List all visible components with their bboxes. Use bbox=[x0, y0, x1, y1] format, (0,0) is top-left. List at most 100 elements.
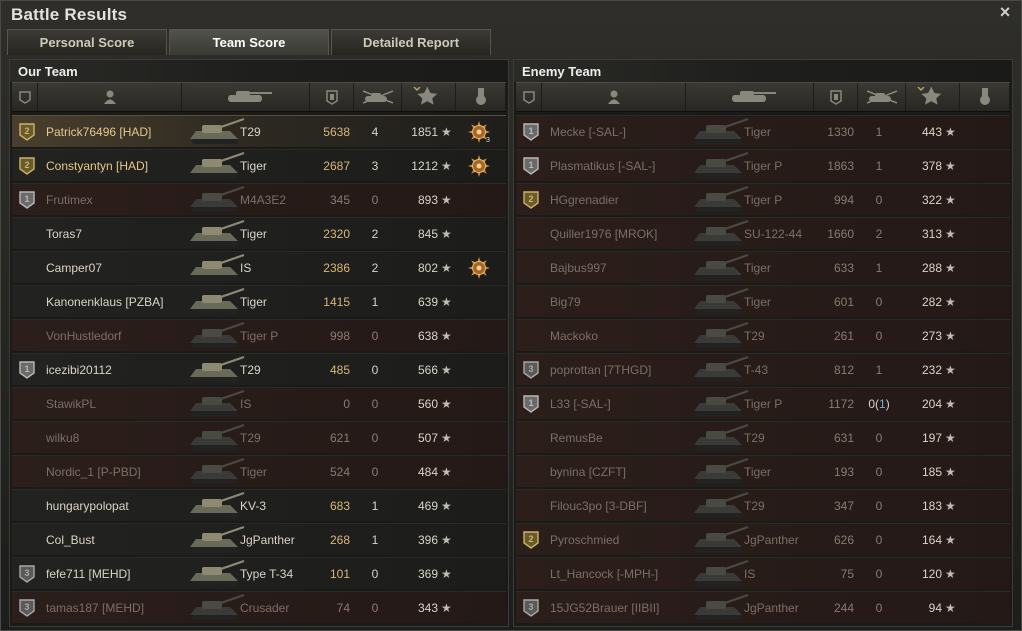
xp-value: 343 bbox=[417, 601, 438, 615]
enemy-team-kills-sort-icon[interactable] bbox=[858, 83, 906, 111]
our-team-medals-sort-icon[interactable] bbox=[456, 83, 506, 111]
player-row[interactable]: Toras7 Tiger 2320 2 845 ★ bbox=[12, 217, 506, 249]
xp-value: 469 bbox=[417, 499, 438, 513]
damage-value: 633 bbox=[833, 261, 854, 275]
kills-value: 0 bbox=[371, 601, 379, 615]
enemy-team-column-header bbox=[516, 82, 1010, 112]
player-name: Mecke [-SAL-] bbox=[550, 125, 627, 139]
enemy-team-vehicle-sort-icon[interactable] bbox=[686, 83, 814, 111]
player-name: Toras7 bbox=[46, 227, 83, 241]
our-team-damage-sort-icon[interactable] bbox=[310, 83, 354, 111]
player-row[interactable]: 1 L33 [-SAL-] Tiger P 1172 0(1) 204 ★ bbox=[516, 387, 1010, 419]
player-row[interactable]: 3 fefe711 [MEHD] Type T-34 101 0 369 ★ bbox=[12, 557, 506, 589]
kills-value: 0 bbox=[371, 465, 379, 479]
medal-icon[interactable] bbox=[467, 256, 491, 280]
svg-text:1: 1 bbox=[24, 364, 29, 374]
tab-detailed-report[interactable]: Detailed Report bbox=[331, 29, 491, 55]
player-row[interactable]: RemusBe T29 631 0 197 ★ bbox=[516, 421, 1010, 453]
player-row[interactable]: hungarypolopat KV-3 683 1 469 ★ bbox=[12, 489, 506, 521]
enemy-team-rank-sort-icon[interactable] bbox=[516, 83, 542, 111]
star-icon: ★ bbox=[945, 431, 956, 445]
enemy-team-medals-sort-icon[interactable] bbox=[960, 83, 1010, 111]
player-name: poprottan [7THGD] bbox=[550, 363, 652, 377]
star-icon: ★ bbox=[945, 295, 956, 309]
player-name: Kanonenklaus [PZBA] bbox=[46, 295, 164, 309]
player-row[interactable]: Nordic_1 [P-PBD] Tiger 524 0 484 ★ bbox=[12, 455, 506, 487]
player-row[interactable]: 2 Pyroschmied JgPanther 626 0 164 ★ bbox=[516, 523, 1010, 555]
our-team-rank-sort-icon[interactable] bbox=[12, 83, 38, 111]
enemy-team-damage-sort-icon[interactable] bbox=[814, 83, 858, 111]
player-row[interactable]: 2 Constyantyn [HAD] Tiger 2687 3 1212 ★ bbox=[12, 149, 506, 181]
player-row[interactable]: Quiller1976 [MROK] SU-122-44 1660 2 313 ★ bbox=[516, 217, 1010, 249]
player-row[interactable]: Camper07 IS 2386 2 802 ★ bbox=[12, 251, 506, 283]
svg-text:1: 1 bbox=[528, 398, 533, 408]
enemy-team-title: Enemy Team bbox=[514, 60, 1012, 82]
player-row[interactable]: 1 Mecke [-SAL-] Tiger 1330 1 443 ★ bbox=[516, 115, 1010, 147]
tank-icon bbox=[688, 253, 752, 283]
tank-icon bbox=[688, 423, 752, 453]
player-row[interactable]: 3 tamas187 [MEHD] Crusader 74 0 343 ★ bbox=[12, 591, 506, 623]
kills-value: 0 bbox=[875, 193, 883, 207]
our-team-vehicle-sort-icon[interactable] bbox=[182, 83, 310, 111]
kills-value: 2 bbox=[371, 261, 379, 275]
damage-value: 101 bbox=[329, 567, 350, 581]
damage-value: 601 bbox=[833, 295, 854, 309]
damage-value: 2687 bbox=[323, 159, 350, 173]
svg-text:3: 3 bbox=[24, 568, 29, 578]
player-row[interactable]: 1 Plasmatikus [-SAL-] Tiger P 1863 1 378 ★ bbox=[516, 149, 1010, 181]
damage-value: 1330 bbox=[827, 125, 854, 139]
player-row[interactable]: Col_Bust JgPanther 268 1 396 ★ bbox=[12, 523, 506, 555]
enemy-team-xp-sort-icon[interactable] bbox=[906, 83, 960, 111]
kills-value: 0 bbox=[875, 295, 883, 309]
damage-value: 1863 bbox=[827, 159, 854, 173]
player-row[interactable]: 1 icezibi20112 T29 485 0 566 ★ bbox=[12, 353, 506, 385]
tab-personal-score[interactable]: Personal Score bbox=[7, 29, 167, 55]
tank-icon bbox=[184, 253, 248, 283]
player-row[interactable]: bynina [CZFT] Tiger 193 0 185 ★ bbox=[516, 455, 1010, 487]
player-row[interactable]: 1 Frutimex M4A3E2 345 0 893 ★ bbox=[12, 183, 506, 215]
tank-icon bbox=[688, 355, 752, 385]
player-row[interactable]: 3 15JG52Brauer [IIBII] JgPanther 244 0 94 ★ bbox=[516, 591, 1010, 623]
player-row[interactable]: Kanonenklaus [PZBA] Tiger 1415 1 639 ★ bbox=[12, 285, 506, 317]
tank-icon bbox=[184, 287, 248, 317]
xp-value: 802 bbox=[417, 261, 438, 275]
kills-count: 0 bbox=[868, 397, 875, 411]
star-icon: ★ bbox=[945, 329, 956, 343]
tank-name: IS bbox=[744, 567, 756, 581]
player-row[interactable]: wilku8 T29 621 0 507 ★ bbox=[12, 421, 506, 453]
close-icon[interactable]: × bbox=[997, 3, 1013, 21]
player-row[interactable]: StawikPL IS 0 0 560 ★ bbox=[12, 387, 506, 419]
player-row[interactable]: Filouc3po [3-DBF] T29 347 0 183 ★ bbox=[516, 489, 1010, 521]
xp-value: 183 bbox=[921, 499, 942, 513]
damage-value: 0 bbox=[343, 397, 350, 411]
xp-value: 507 bbox=[417, 431, 438, 445]
xp-value: 566 bbox=[417, 363, 438, 377]
player-row[interactable]: 2 HGgrenadier Tiger P 994 0 322 ★ bbox=[516, 183, 1010, 215]
medal-icon[interactable]: 3 bbox=[467, 120, 491, 144]
star-icon: ★ bbox=[945, 159, 956, 173]
svg-text:2: 2 bbox=[528, 534, 533, 544]
enemy-team-player-sort-icon[interactable] bbox=[542, 83, 686, 111]
player-row[interactable]: Big79 Tiger 601 0 282 ★ bbox=[516, 285, 1010, 317]
xp-value: 94 bbox=[928, 601, 942, 615]
rank-badge-icon: 2 bbox=[19, 157, 35, 175]
player-row[interactable]: Bajbus997 Tiger 633 1 288 ★ bbox=[516, 251, 1010, 283]
player-row[interactable]: 2 Patrick76496 [HAD] T29 5638 4 1851 ★ 3 bbox=[12, 115, 506, 147]
kills-value: 0 bbox=[371, 363, 379, 377]
player-row[interactable]: Mackoko T29 261 0 273 ★ bbox=[516, 319, 1010, 351]
tab-team-score[interactable]: Team Score bbox=[169, 29, 329, 55]
tank-icon bbox=[688, 525, 752, 555]
tab-bar: Personal Score Team Score Detailed Repor… bbox=[7, 29, 493, 55]
player-row[interactable]: 3 poprottan [7THGD] T-43 812 1 232 ★ bbox=[516, 353, 1010, 385]
player-row[interactable]: VonHustledorf Tiger P 998 0 638 ★ bbox=[12, 319, 506, 351]
our-team-xp-sort-icon[interactable] bbox=[402, 83, 456, 111]
enemy-team-rows: 1 Mecke [-SAL-] Tiger 1330 1 443 ★ 1 Plasmatikus… bbox=[516, 115, 1010, 625]
our-team-player-sort-icon[interactable] bbox=[38, 83, 182, 111]
tank-name: T29 bbox=[744, 329, 765, 343]
xp-value: 560 bbox=[417, 397, 438, 411]
our-team-kills-sort-icon[interactable] bbox=[354, 83, 402, 111]
medal-icon[interactable] bbox=[467, 154, 491, 178]
player-row[interactable]: Lt_Hancock [-MPH-] IS 75 0 120 ★ bbox=[516, 557, 1010, 589]
player-name: RemusBe bbox=[550, 431, 603, 445]
damage-value: 2320 bbox=[323, 227, 350, 241]
